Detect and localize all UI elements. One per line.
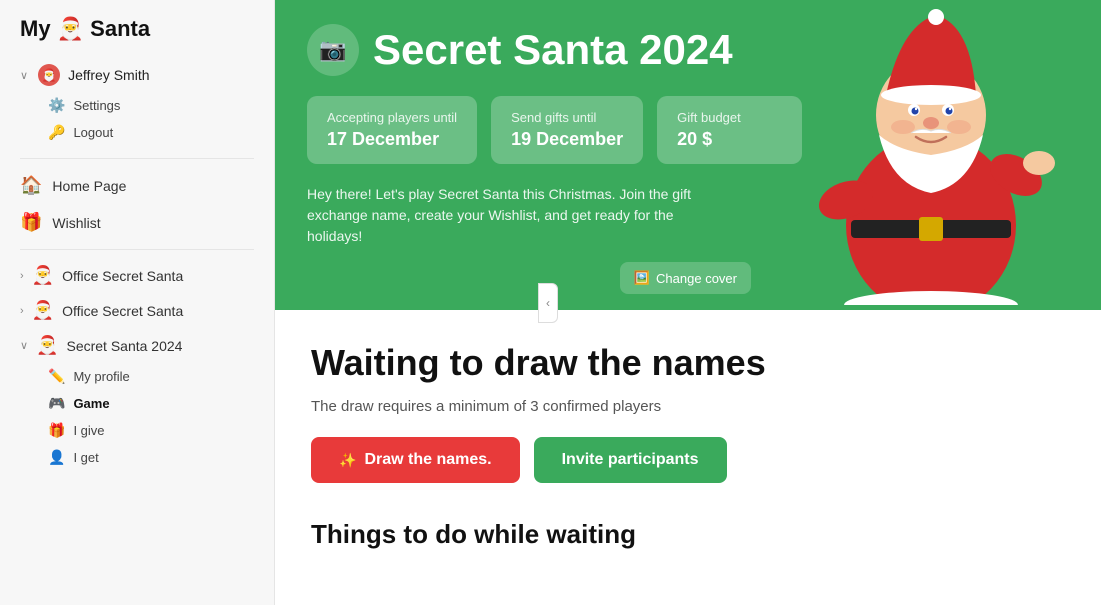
camera-icon: 📷	[319, 37, 346, 63]
home-label: Home Page	[52, 178, 126, 194]
game-icon: 🎮	[48, 395, 65, 412]
sidebar-group-secret2024[interactable]: ∨ 🎅 Secret Santa 2024	[0, 328, 274, 363]
camera-button[interactable]: 📷	[307, 24, 359, 76]
wishlist-label: Wishlist	[52, 215, 100, 231]
sidebar: My 🎅 Santa ∨ 🎅 Jeffrey Smith ⚙️ Settings…	[0, 0, 275, 605]
i-give-label: I give	[73, 423, 104, 438]
things-title: Things to do while waiting	[311, 519, 1065, 550]
budget-value: 20 $	[677, 129, 782, 150]
image-icon: 🖼️	[634, 270, 650, 286]
home-icon: 🏠	[20, 175, 42, 196]
logout-item[interactable]: 🔑 Logout	[0, 119, 274, 146]
chevron-right-icon2: ›	[20, 305, 24, 317]
hero-title: Secret Santa 2024	[373, 26, 733, 74]
sparkle-icon: ✨	[339, 452, 356, 469]
office-santa1-icon: 🎅	[32, 265, 54, 286]
sidebar-item-game[interactable]: 🎮 Game	[0, 390, 274, 417]
office-santa2-label: Office Secret Santa	[62, 303, 183, 319]
divider-1	[20, 158, 254, 159]
logout-icon: 🔑	[48, 124, 65, 141]
accepting-value: 17 December	[327, 129, 457, 150]
waiting-title: Waiting to draw the names	[311, 342, 1065, 384]
hero-card-send: Send gifts until 19 December	[491, 96, 643, 164]
chevron-down-icon: ∨	[20, 69, 28, 82]
hero-description: Hey there! Let's play Secret Santa this …	[307, 184, 727, 247]
hero-section: 📷 Secret Santa 2024 Accepting players un…	[275, 0, 1101, 310]
i-get-label: I get	[73, 450, 98, 465]
avatar: 🎅	[38, 64, 60, 86]
i-give-icon: 🎁	[48, 422, 65, 439]
send-label: Send gifts until	[511, 110, 623, 125]
change-cover-label: Change cover	[656, 271, 737, 286]
app-logo: My 🎅 Santa	[0, 16, 274, 58]
hero-card-accepting: Accepting players until 17 December	[307, 96, 477, 164]
waiting-subtitle: The draw requires a minimum of 3 confirm…	[311, 398, 1065, 415]
sidebar-collapse-button[interactable]: ‹	[538, 283, 558, 323]
sidebar-item-i-give[interactable]: 🎁 I give	[0, 417, 274, 444]
user-section: ∨ 🎅 Jeffrey Smith ⚙️ Settings 🔑 Logout	[0, 58, 274, 146]
sidebar-group-office2[interactable]: › 🎅 Office Secret Santa	[0, 293, 274, 328]
divider-2	[20, 249, 254, 250]
chevron-down-icon2: ∨	[20, 339, 28, 352]
sidebar-item-my-profile[interactable]: ✏️ My profile	[0, 363, 274, 390]
invite-participants-button[interactable]: Invite participants	[534, 437, 727, 483]
chevron-right-icon: ›	[20, 270, 24, 282]
send-value: 19 December	[511, 129, 623, 150]
office-santa1-label: Office Secret Santa	[62, 268, 183, 284]
settings-icon: ⚙️	[48, 97, 65, 114]
user-menu-toggle[interactable]: ∨ 🎅 Jeffrey Smith	[0, 58, 274, 92]
action-buttons: ✨ Draw the names. Invite participants	[311, 437, 1065, 483]
budget-label: Gift budget	[677, 110, 782, 125]
secret-santa-label: Secret Santa 2024	[66, 338, 182, 354]
office-santa2-icon: 🎅	[32, 300, 54, 321]
invite-label: Invite participants	[562, 451, 699, 468]
sidebar-item-home[interactable]: 🏠 Home Page	[0, 167, 274, 204]
santa-illustration	[771, 5, 1091, 310]
accepting-label: Accepting players until	[327, 110, 457, 125]
game-label: Game	[73, 396, 109, 411]
my-profile-label: My profile	[73, 369, 129, 384]
main-content: 📷 Secret Santa 2024 Accepting players un…	[275, 0, 1101, 605]
sidebar-item-wishlist[interactable]: 🎁 Wishlist	[0, 204, 274, 241]
i-get-icon: 👤	[48, 449, 65, 466]
draw-names-label: Draw the names.	[364, 451, 491, 469]
my-profile-icon: ✏️	[48, 368, 65, 385]
user-name: Jeffrey Smith	[68, 67, 149, 83]
wishlist-icon: 🎁	[20, 212, 42, 233]
change-cover-button[interactable]: 🖼️ Change cover	[620, 262, 751, 294]
sidebar-group-office1[interactable]: › 🎅 Office Secret Santa	[0, 258, 274, 293]
content-section: Waiting to draw the names The draw requi…	[275, 310, 1101, 582]
logout-label: Logout	[73, 125, 113, 140]
sidebar-item-i-get[interactable]: 👤 I get	[0, 444, 274, 471]
settings-item[interactable]: ⚙️ Settings	[0, 92, 274, 119]
draw-names-button[interactable]: ✨ Draw the names.	[311, 437, 520, 483]
secret-santa-icon: 🎅	[36, 335, 58, 356]
settings-label: Settings	[73, 98, 120, 113]
